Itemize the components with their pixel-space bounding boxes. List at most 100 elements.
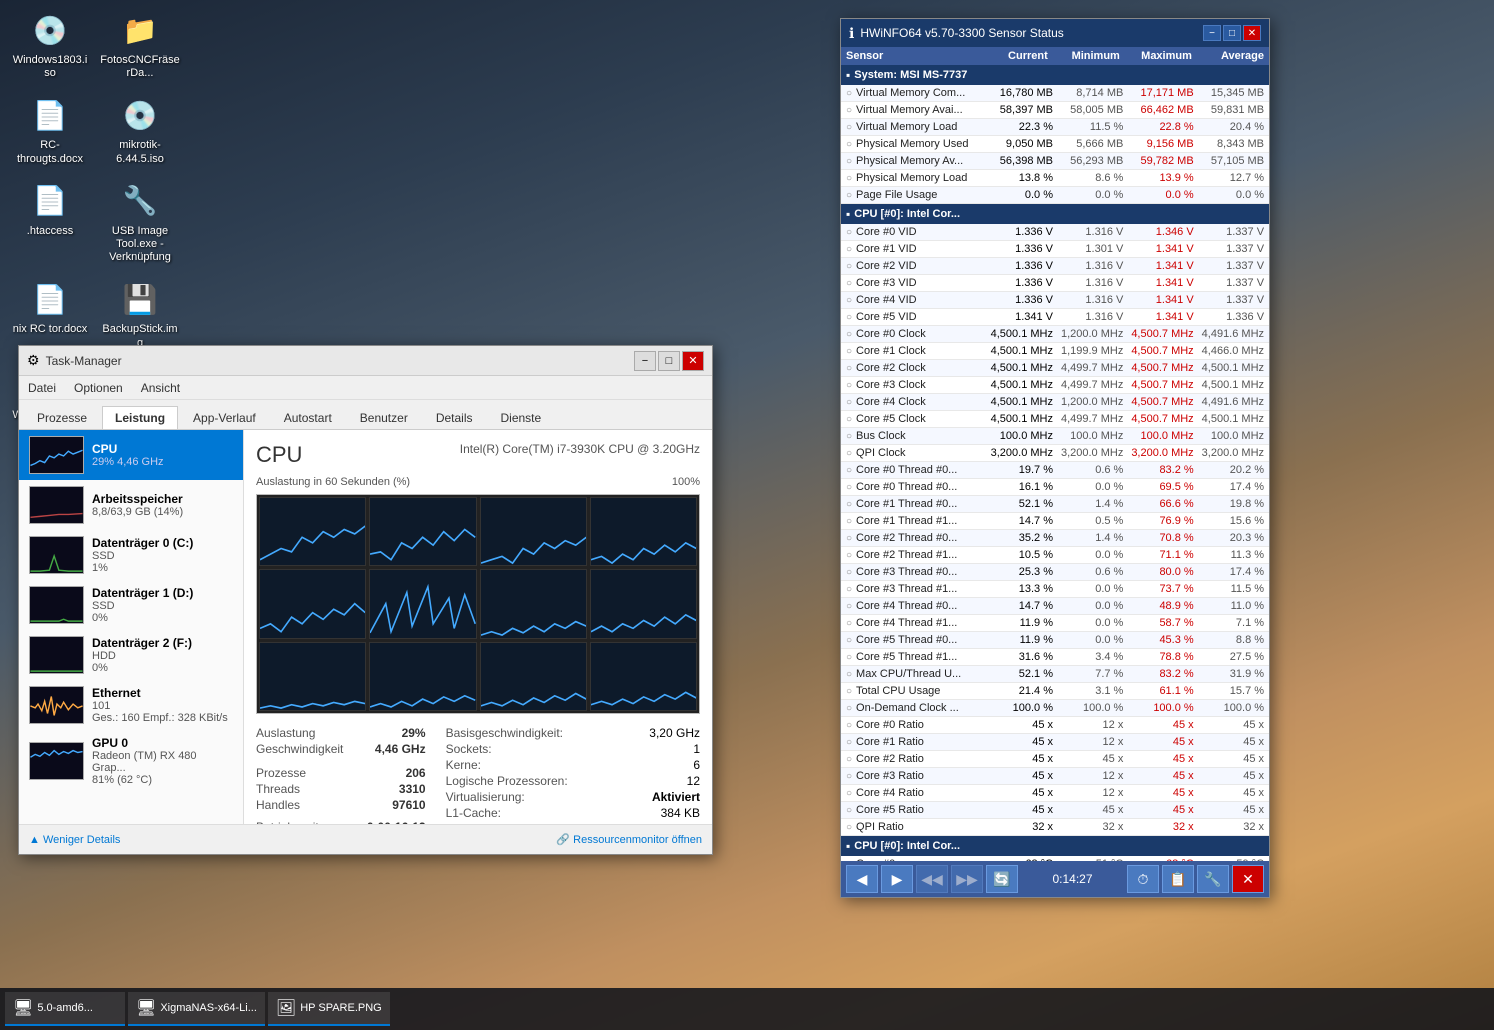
hwinfo-sensor-row[interactable]: ○ Core #4 Thread #1... 11.9 % 0.0 % 58.7… (841, 615, 1269, 632)
sidebar-item-disk0[interactable]: Datenträger 0 (C:) SSD1% (19, 530, 243, 580)
hwinfo-minimize-button[interactable]: − (1203, 25, 1221, 41)
close-button[interactable]: ✕ (682, 351, 704, 371)
hwinfo-sensor-row[interactable]: ○ Max CPU/Thread U... 52.1 % 7.7 % 83.2 … (841, 666, 1269, 683)
hwinfo-sensor-row[interactable]: ○ Core #2 Thread #0... 35.2 % 1.4 % 70.8… (841, 530, 1269, 547)
hwinfo-sensor-row[interactable]: ○ Core #1 Clock 4,500.1 MHz 1,199.9 MHz … (841, 343, 1269, 360)
hwinfo-sensor-row[interactable]: ○ Core #0 Thread #0... 19.7 % 0.6 % 83.2… (841, 462, 1269, 479)
hwinfo-section-header-cpu0[interactable]: ▪CPU [#0]: Intel Cor... (841, 204, 1269, 224)
l1cache-value: 384 KB (661, 806, 700, 820)
hwinfo-nav-forward[interactable]: ▶ (881, 865, 913, 893)
hwinfo-action-clock[interactable]: ⏱ (1127, 865, 1159, 893)
hwinfo-sensor-row[interactable]: ○ On-Demand Clock ... 100.0 % 100.0 % 10… (841, 700, 1269, 717)
hwinfo-sensor-row[interactable]: ○ Core #0 Ratio 45 x 12 x 45 x 45 x (841, 717, 1269, 734)
sidebar-item-ethernet[interactable]: Ethernet 101Ges.: 160 Empf.: 328 KBit/s (19, 680, 243, 730)
tab-leistung[interactable]: Leistung (102, 406, 178, 429)
desktop-icon-nixrc[interactable]: 📄 nix RC tor.docx (10, 279, 90, 336)
task-manager-titlebar[interactable]: ⚙ Task-Manager − □ ✕ (19, 346, 712, 376)
hwinfo-close-button[interactable]: ✕ (1243, 25, 1261, 41)
tab-prozesse[interactable]: Prozesse (24, 406, 100, 429)
hwinfo-sensor-row[interactable]: ○ Core #4 Thread #0... 14.7 % 0.0 % 48.9… (841, 598, 1269, 615)
hwinfo-sensor-row[interactable]: ○ Core #5 Thread #1... 31.6 % 3.4 % 78.8… (841, 649, 1269, 666)
hwinfo-sensor-row[interactable]: ○ Core #2 Clock 4,500.1 MHz 4,499.7 MHz … (841, 360, 1269, 377)
sensor-min: 4,499.7 MHz (1053, 362, 1123, 374)
tab-details[interactable]: Details (423, 406, 486, 429)
hwinfo-sensor-row[interactable]: ○ Core #5 VID 1.341 V 1.316 V 1.341 V 1.… (841, 309, 1269, 326)
hwinfo-sensor-row[interactable]: ○ Core #2 Thread #1... 10.5 % 0.0 % 71.1… (841, 547, 1269, 564)
hwinfo-sensor-row[interactable]: ○ Core #5 Clock 4,500.1 MHz 4,499.7 MHz … (841, 411, 1269, 428)
sidebar-item-gpu0[interactable]: GPU 0 Radeon (TM) RX 480 Grap...81% (62 … (19, 730, 243, 792)
hwinfo-sensor-row[interactable]: ○ Core #3 Thread #1... 13.3 % 0.0 % 73.7… (841, 581, 1269, 598)
menu-datei[interactable]: Datei (24, 379, 60, 397)
hwinfo-sensor-row[interactable]: ○ Core #4 VID 1.336 V 1.316 V 1.341 V 1.… (841, 292, 1269, 309)
hwinfo-nav-back-far[interactable]: ◀◀ (916, 865, 948, 893)
hwinfo-sensor-row[interactable]: ○ Core #1 Thread #1... 14.7 % 0.5 % 76.9… (841, 513, 1269, 530)
hwinfo-sensor-row[interactable]: ○ Core #0 Thread #0... 16.1 % 0.0 % 69.5… (841, 479, 1269, 496)
hwinfo-action-refresh[interactable]: 🔄 (986, 865, 1018, 893)
hwinfo-sensor-row[interactable]: ○ Core #2 VID 1.336 V 1.316 V 1.341 V 1.… (841, 258, 1269, 275)
maximize-button[interactable]: □ (658, 351, 680, 371)
hwinfo-sensor-row[interactable]: ○ Physical Memory Used 9,050 MB 5,666 MB… (841, 136, 1269, 153)
hwinfo-sensor-row[interactable]: ○ Core #1 Ratio 45 x 12 x 45 x 45 x (841, 734, 1269, 751)
hwinfo-sensor-row[interactable]: ○ Core #3 VID 1.336 V 1.316 V 1.341 V 1.… (841, 275, 1269, 292)
hwinfo-sensor-row[interactable]: ○ Bus Clock 100.0 MHz 100.0 MHz 100.0 MH… (841, 428, 1269, 445)
desktop-icon-rc-doc[interactable]: 📄 RC-througts.docx (10, 95, 90, 165)
hwinfo-sensor-row[interactable]: ○ QPI Clock 3,200.0 MHz 3,200.0 MHz 3,20… (841, 445, 1269, 462)
taskbar-btn-xigma[interactable]: 🖥 XigmaNAS-x64-Li... (128, 992, 265, 1026)
geschwindigkeit-label: Geschwindigkeit (256, 742, 343, 756)
hwinfo-sensor-row[interactable]: ○ Core #1 Thread #0... 52.1 % 1.4 % 66.6… (841, 496, 1269, 513)
hwinfo-sensor-row[interactable]: ○ Physical Memory Av... 56,398 MB 56,293… (841, 153, 1269, 170)
sidebar-item-ram[interactable]: Arbeitsspeicher 8,8/63,9 GB (14%) (19, 480, 243, 530)
hwinfo-titlebar[interactable]: ℹ HWiNFO64 v5.70-3300 Sensor Status − □ … (841, 19, 1269, 47)
hwinfo-sensor-row[interactable]: ○ Core #5 Thread #0... 11.9 % 0.0 % 45.3… (841, 632, 1269, 649)
taskbar-btn-hp[interactable]: 🖼 HP SPARE.PNG (268, 992, 390, 1026)
hwinfo-sensor-row[interactable]: ○ Total CPU Usage 21.4 % 3.1 % 61.1 % 15… (841, 683, 1269, 700)
taskbar-btn-amd[interactable]: 🖥 5.0-amd6... (5, 992, 125, 1026)
desktop-icon-mikrotik[interactable]: 💿 mikrotik-6.44.5.iso (100, 95, 180, 165)
ressourcenmonitor-link[interactable]: 🔗 Ressourcenmonitor öffnen (556, 833, 702, 846)
hwinfo-sensor-row[interactable]: ○ Core #5 Ratio 45 x 45 x 45 x 45 x (841, 802, 1269, 819)
desktop-icon-fotosCNC[interactable]: 📁 FotosCNCFräserDa... (100, 10, 180, 80)
hwinfo-action-settings[interactable]: 🔧 (1197, 865, 1229, 893)
hwinfo-action-clipboard[interactable]: 📋 (1162, 865, 1194, 893)
hwinfo-sensor-row[interactable]: ○ Physical Memory Load 13.8 % 8.6 % 13.9… (841, 170, 1269, 187)
desktop-icon-windows1803[interactable]: 💿 Windows1803.iso (10, 10, 90, 80)
tab-benutzer[interactable]: Benutzer (347, 406, 421, 429)
hwinfo-sensor-row[interactable]: ○ Core #1 VID 1.336 V 1.301 V 1.341 V 1.… (841, 241, 1269, 258)
sensor-name: Core #3 Thread #1... (856, 583, 983, 595)
sidebar-item-disk2[interactable]: Datenträger 2 (F:) HDD0% (19, 630, 243, 680)
sensor-type-icon: ○ (846, 380, 852, 391)
tab-autostart[interactable]: Autostart (271, 406, 345, 429)
hwinfo-maximize-button[interactable]: □ (1223, 25, 1241, 41)
hwinfo-section-header-cpu0-temps[interactable]: ▪CPU [#0]: Intel Cor... (841, 836, 1269, 856)
tab-app-verlauf[interactable]: App-Verlauf (180, 406, 269, 429)
menu-ansicht[interactable]: Ansicht (137, 379, 184, 397)
hwinfo-sensor-row[interactable]: ○ Core #4 Ratio 45 x 12 x 45 x 45 x (841, 785, 1269, 802)
hwinfo-sensor-row[interactable]: ○ Core #0 Clock 4,500.1 MHz 1,200.0 MHz … (841, 326, 1269, 343)
hwinfo-nav-forward-far[interactable]: ▶▶ (951, 865, 983, 893)
desktop-icon-htaccess[interactable]: 📄 .htaccess (10, 181, 90, 238)
hwinfo-sensor-row[interactable]: ○ Core #0 VID 1.336 V 1.316 V 1.346 V 1.… (841, 224, 1269, 241)
hwinfo-sensor-row[interactable]: ○ Core #4 Clock 4,500.1 MHz 1,200.0 MHz … (841, 394, 1269, 411)
hwinfo-action-close[interactable]: ✕ (1232, 865, 1264, 893)
hwinfo-sensor-row[interactable]: ○ Core #2 Ratio 45 x 45 x 45 x 45 x (841, 751, 1269, 768)
hwinfo-sensor-row[interactable]: ○ Page File Usage 0.0 % 0.0 % 0.0 % 0.0 … (841, 187, 1269, 204)
weniger-details-link[interactable]: ▲ Weniger Details (29, 834, 120, 846)
hwinfo-nav-back[interactable]: ◀ (846, 865, 878, 893)
tab-dienste[interactable]: Dienste (488, 406, 555, 429)
sidebar-item-cpu[interactable]: CPU 29% 4,46 GHz (19, 430, 243, 480)
hwinfo-sensor-row[interactable]: ○ Core #3 Ratio 45 x 12 x 45 x 45 x (841, 768, 1269, 785)
hwinfo-sensor-row[interactable]: ○ Virtual Memory Com... 16,780 MB 8,714 … (841, 85, 1269, 102)
hwinfo-sensor-row[interactable]: ○ QPI Ratio 32 x 32 x 32 x 32 x (841, 819, 1269, 836)
hwinfo-sensor-row[interactable]: ○ Virtual Memory Load 22.3 % 11.5 % 22.8… (841, 119, 1269, 136)
menu-optionen[interactable]: Optionen (70, 379, 127, 397)
hwinfo-sensor-row[interactable]: ○ Core #3 Thread #0... 25.3 % 0.6 % 80.0… (841, 564, 1269, 581)
desktop-icon-usbtool[interactable]: 🔧 USB Image Tool.exe - Verknüpfung (100, 181, 180, 265)
hwinfo-sensor-row[interactable]: ○ Virtual Memory Avai... 58,397 MB 58,00… (841, 102, 1269, 119)
hwinfo-sensor-row[interactable]: ○ Core #3 Clock 4,500.1 MHz 4,499.7 MHz … (841, 377, 1269, 394)
hwinfo-section-header-system[interactable]: ▪System: MSI MS-7737 (841, 65, 1269, 85)
sidebar-item-disk1[interactable]: Datenträger 1 (D:) SSD0% (19, 580, 243, 630)
sensor-max: 76.9 % (1123, 515, 1193, 527)
sensor-current: 25.3 % (983, 566, 1053, 578)
desktop-icon-backupstick[interactable]: 💾 BackupStick.img (100, 279, 180, 349)
minimize-button[interactable]: − (634, 351, 656, 371)
